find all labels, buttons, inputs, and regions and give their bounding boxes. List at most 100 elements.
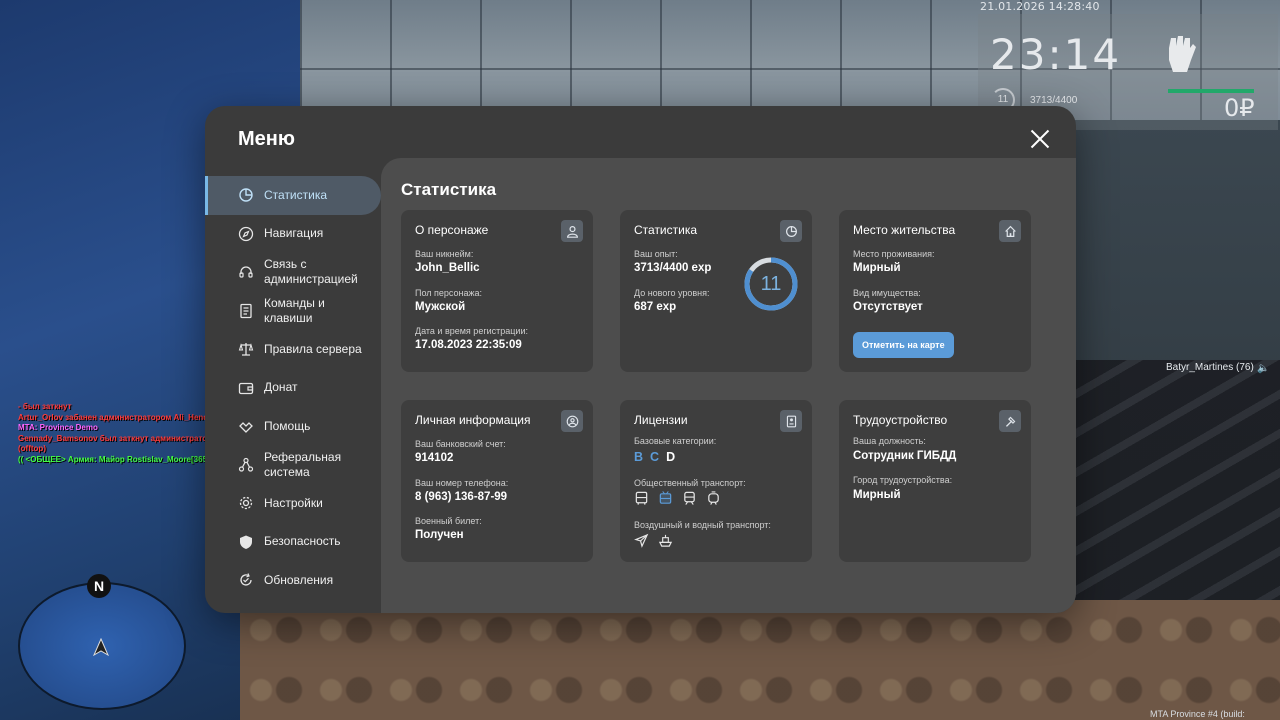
- card-stats: Статистика Ваш опыт: 3713/4400 exp До но…: [620, 210, 812, 372]
- card-character: О персонаже Ваш никнейм: John_Bellic Пол…: [401, 210, 593, 372]
- sidebar-item-help[interactable]: Помощь: [205, 407, 381, 446]
- sidebar-item-shield[interactable]: Безопасность: [205, 523, 381, 562]
- bus-icon: [634, 491, 649, 506]
- player-nametag: Batyr_Martines (76): [1166, 362, 1254, 373]
- position-label: Ваша должность:: [853, 436, 926, 446]
- phone-value: 8 (963) 136-87-99: [415, 491, 508, 503]
- sidebar-item-label: Донат: [264, 380, 298, 395]
- sidebar-item-refresh[interactable]: Обновления: [205, 561, 381, 600]
- public-transport-label: Общественный транспорт:: [634, 478, 746, 488]
- gender-value: Мужской: [415, 301, 466, 313]
- level-number: 11: [760, 273, 782, 295]
- headset-icon: [238, 264, 254, 280]
- card-employment: Трудоустройство Ваша должность: Сотрудни…: [839, 400, 1031, 562]
- user-circle-icon: [561, 410, 583, 432]
- build-info: MTA Province #4 (build: 6.12422.9): [1150, 709, 1245, 720]
- network-icon: [238, 457, 254, 473]
- public-transport-icons: [634, 491, 721, 506]
- hammer-icon: [999, 410, 1021, 432]
- next-level-label: До нового уровня:: [634, 288, 710, 298]
- license-icon: [780, 410, 802, 432]
- mark-on-map-button[interactable]: Отметить на карте: [853, 332, 954, 358]
- menu-title: Меню: [238, 128, 295, 150]
- health-bar: [1168, 89, 1254, 93]
- user-icon: [561, 220, 583, 242]
- compass-icon: [238, 226, 254, 242]
- sidebar-item-label: Навигация: [264, 226, 324, 241]
- card-title: Лицензии: [634, 413, 688, 427]
- sidebar-item-headset[interactable]: Связь с администрацией: [205, 253, 381, 292]
- scene-carpet: [240, 600, 1280, 720]
- shield-icon: [238, 534, 254, 550]
- card-residence: Место жительства Место проживания: Мирны…: [839, 210, 1031, 372]
- content-panel: Статистика О персонаже Ваш никнейм: John…: [381, 158, 1076, 613]
- sidebar-item-label: Помощь: [264, 418, 311, 433]
- sidebar-item-network[interactable]: Реферальная система: [205, 446, 381, 485]
- air-water-label: Воздушный и водный транспорт:: [634, 520, 771, 530]
- menu-window: Меню Статистика Навигация Связь с админист…: [205, 106, 1076, 613]
- license-category: D: [666, 450, 678, 464]
- sidebar-item-label: Обновления: [264, 572, 334, 587]
- sidebar-item-pie-chart[interactable]: Статистика: [205, 176, 381, 215]
- bank-label: Ваш банковский счет:: [415, 439, 506, 449]
- card-title: Место жительства: [853, 223, 956, 237]
- bank-value: 914102: [415, 452, 454, 464]
- sidebar-item-label: Команды и клавиши: [264, 295, 325, 325]
- scales-icon: [238, 341, 254, 357]
- card-licenses: Лицензии Базовые категории: BCD Обществе…: [620, 400, 812, 562]
- content-title: Статистика: [401, 180, 497, 199]
- fist-weapon-icon: [1169, 36, 1196, 72]
- speaker-icon: 🔈: [1257, 363, 1270, 374]
- property-label: Вид имущества:: [853, 288, 921, 298]
- minimap-north-marker: N: [87, 574, 111, 598]
- pie-chart-icon: [238, 187, 254, 203]
- train-icon: [682, 491, 697, 506]
- trolleybus-icon: [658, 491, 673, 506]
- work-city-label: Город трудоустройства:: [853, 475, 953, 485]
- license-category: C: [650, 450, 662, 464]
- hud-exp: 3713/4400: [1030, 95, 1078, 106]
- gear-icon: [238, 495, 254, 511]
- card-title: Личная информация: [415, 413, 531, 427]
- military-value: Получен: [415, 529, 464, 541]
- scene-chairs: [1075, 360, 1280, 620]
- sidebar: Статистика Навигация Связь с администрацие…: [205, 176, 381, 600]
- work-city-value: Мирный: [853, 489, 901, 501]
- refresh-icon: [238, 572, 254, 588]
- sidebar-item-wallet[interactable]: Донат: [205, 369, 381, 408]
- next-level-value: 687 exp: [634, 301, 677, 313]
- wallet-icon: [238, 380, 254, 396]
- basic-categories-label: Базовые категории:: [634, 436, 717, 446]
- sidebar-item-label: Связь с администрацией: [264, 257, 358, 287]
- close-button[interactable]: [1030, 129, 1050, 149]
- sidebar-item-label: Статистика: [264, 187, 328, 202]
- nickname-value: John_Bellic: [415, 262, 480, 274]
- phone-label: Ваш номер телефона:: [415, 478, 509, 488]
- hud-datetime: 21.01.2026 14:28:40: [980, 0, 1100, 13]
- reg-date-label: Дата и время регистрации:: [415, 326, 528, 336]
- pie-chart-icon: [780, 220, 802, 242]
- military-label: Военный билет:: [415, 516, 482, 526]
- sidebar-item-label: Правила сервера: [264, 341, 362, 356]
- hud-time: 23:14: [990, 30, 1122, 79]
- sidebar-item-label: Реферальная система: [264, 449, 342, 479]
- help-icon: [238, 418, 254, 434]
- tram-icon: [706, 491, 721, 506]
- position-value: Сотрудник ГИБДД: [853, 450, 957, 462]
- player-arrow-icon: [93, 638, 109, 656]
- sidebar-item-document[interactable]: Команды и клавиши: [205, 292, 381, 331]
- home-icon: [999, 220, 1021, 242]
- plane-icon: [634, 533, 649, 548]
- sidebar-item-scales[interactable]: Правила сервера: [205, 330, 381, 369]
- sidebar-item-gear[interactable]: Настройки: [205, 484, 381, 523]
- sidebar-item-label: Безопасность: [264, 534, 341, 549]
- hud-money: 0₽: [1224, 94, 1255, 122]
- card-title: Трудоустройство: [853, 413, 948, 427]
- reg-date-value: 17.08.2023 22:35:09: [415, 339, 522, 351]
- card-title: Статистика: [634, 223, 698, 237]
- sidebar-item-compass[interactable]: Навигация: [205, 215, 381, 254]
- residence-value: Мирный: [853, 262, 901, 274]
- gender-label: Пол персонажа:: [415, 288, 483, 298]
- license-category: B: [634, 450, 646, 464]
- card-title: О персонаже: [415, 223, 489, 237]
